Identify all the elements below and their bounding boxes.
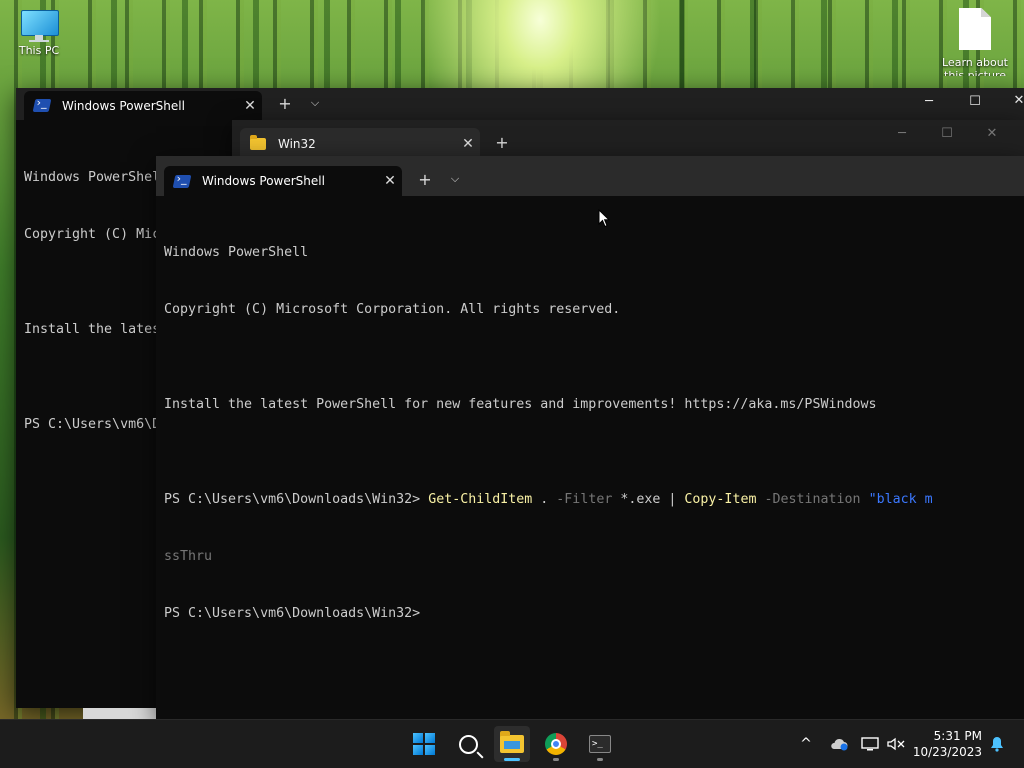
close-button[interactable]: ✕: [972, 126, 1012, 141]
taskbar-chrome[interactable]: [538, 726, 574, 762]
terminal-prompt: PS C:\Users\vm6\Downloads\Win32>: [164, 606, 421, 621]
file-icon: [959, 8, 991, 50]
volume-muted-icon: [887, 737, 905, 751]
tab-windows-powershell[interactable]: Windows PowerShell ✕: [164, 166, 402, 196]
parameter: -Filter: [556, 492, 613, 507]
terminal-line: Copyright (C) Microsoft Corporation. All…: [164, 302, 621, 317]
minimize-button[interactable]: ─: [909, 94, 949, 109]
close-button[interactable]: ✕: [999, 93, 1024, 108]
powershell-icon: [172, 174, 192, 188]
maximize-button[interactable]: ☐: [927, 126, 967, 141]
argument: *.exe |: [612, 492, 685, 507]
volume-button[interactable]: [884, 720, 908, 768]
file-explorer-icon: [500, 731, 524, 753]
network-icon: [861, 737, 879, 751]
mouse-cursor-icon: [598, 209, 610, 228]
notifications-button[interactable]: [986, 720, 1008, 768]
running-indicator: [504, 758, 520, 761]
search-button[interactable]: [450, 726, 486, 762]
terminal-line: Windows PowerShell: [164, 245, 309, 260]
desktop-icon-learn-about-picture[interactable]: Learn about this picture: [937, 8, 1013, 76]
show-hidden-icons-button[interactable]: ^: [794, 720, 818, 768]
chevron-down-icon[interactable]: ⌵: [441, 172, 469, 186]
taskbar-file-explorer[interactable]: [494, 726, 530, 762]
clock[interactable]: 5:31 PM 10/23/2023: [913, 728, 982, 760]
taskbar-terminal[interactable]: >_: [582, 726, 618, 762]
tab-windows-powershell[interactable]: Windows PowerShell ✕: [24, 91, 262, 120]
computer-icon: [19, 10, 59, 42]
running-indicator: [597, 758, 603, 761]
new-tab-button[interactable]: +: [411, 170, 439, 189]
running-indicator: [553, 758, 559, 761]
network-button[interactable]: [858, 720, 882, 768]
command-wrap: ssThru: [164, 549, 213, 564]
new-tab-button[interactable]: +: [488, 133, 516, 152]
desktop-icon-this-pc[interactable]: This PC: [1, 10, 77, 57]
cloud-icon: [831, 738, 848, 751]
desktop-icon-label: Learn about this picture: [942, 56, 1008, 76]
terminal-line: Install the latest PowerShell for new fe…: [164, 397, 877, 412]
close-tab-icon[interactable]: ✕: [456, 136, 480, 152]
argument: .: [532, 492, 557, 507]
desktop-icon-label: This PC: [18, 44, 60, 57]
new-tab-button[interactable]: +: [271, 94, 299, 113]
minimize-button[interactable]: ─: [882, 126, 922, 141]
string-literal: "black m: [868, 492, 933, 507]
close-tab-icon[interactable]: ✕: [238, 98, 262, 114]
title-bar[interactable]: Windows PowerShell ✕ + ⌵: [156, 156, 1024, 196]
powershell-window-front: Windows PowerShell ✕ + ⌵ Windows PowerSh…: [156, 156, 1024, 720]
powershell-icon: [32, 99, 52, 112]
title-bar[interactable]: Windows PowerShell ✕ + ⌵ ─ ☐ ✕: [16, 88, 1024, 120]
tab-label: Windows PowerShell: [62, 98, 185, 113]
start-button[interactable]: [406, 726, 442, 762]
onedrive-button[interactable]: [826, 720, 852, 768]
clock-time: 5:31 PM: [933, 729, 982, 743]
chevron-down-icon[interactable]: ⌵: [301, 96, 329, 110]
chrome-icon: [545, 733, 567, 755]
start-icon: [413, 733, 435, 755]
maximize-button[interactable]: ☐: [955, 94, 995, 109]
terminal-output[interactable]: Windows PowerShell Copyright (C) Microso…: [164, 205, 1024, 705]
cmdlet: Get-ChildItem: [428, 492, 533, 507]
terminal-icon: >_: [589, 735, 611, 753]
command-line: PS C:\Users\vm6\Downloads\Win32> Get-Chi…: [164, 490, 1024, 509]
tab-label: Windows PowerShell: [202, 174, 325, 188]
clock-date: 10/23/2023: [912, 745, 982, 759]
parameter: -Destination: [764, 492, 861, 507]
search-icon: [458, 734, 478, 754]
tab-label: Win32: [278, 137, 316, 151]
prompt: PS C:\Users\vm6\Downloads\Win32>: [164, 492, 429, 507]
argument: [861, 492, 869, 507]
folder-icon: [250, 135, 266, 150]
cmdlet: Copy-Item: [684, 492, 757, 507]
chevron-up-icon: ^: [800, 736, 812, 752]
bell-icon: [991, 737, 1003, 752]
taskbar: >_ ^ 5:31 PM 10/23/2023: [0, 719, 1024, 768]
close-tab-icon[interactable]: ✕: [378, 173, 402, 189]
